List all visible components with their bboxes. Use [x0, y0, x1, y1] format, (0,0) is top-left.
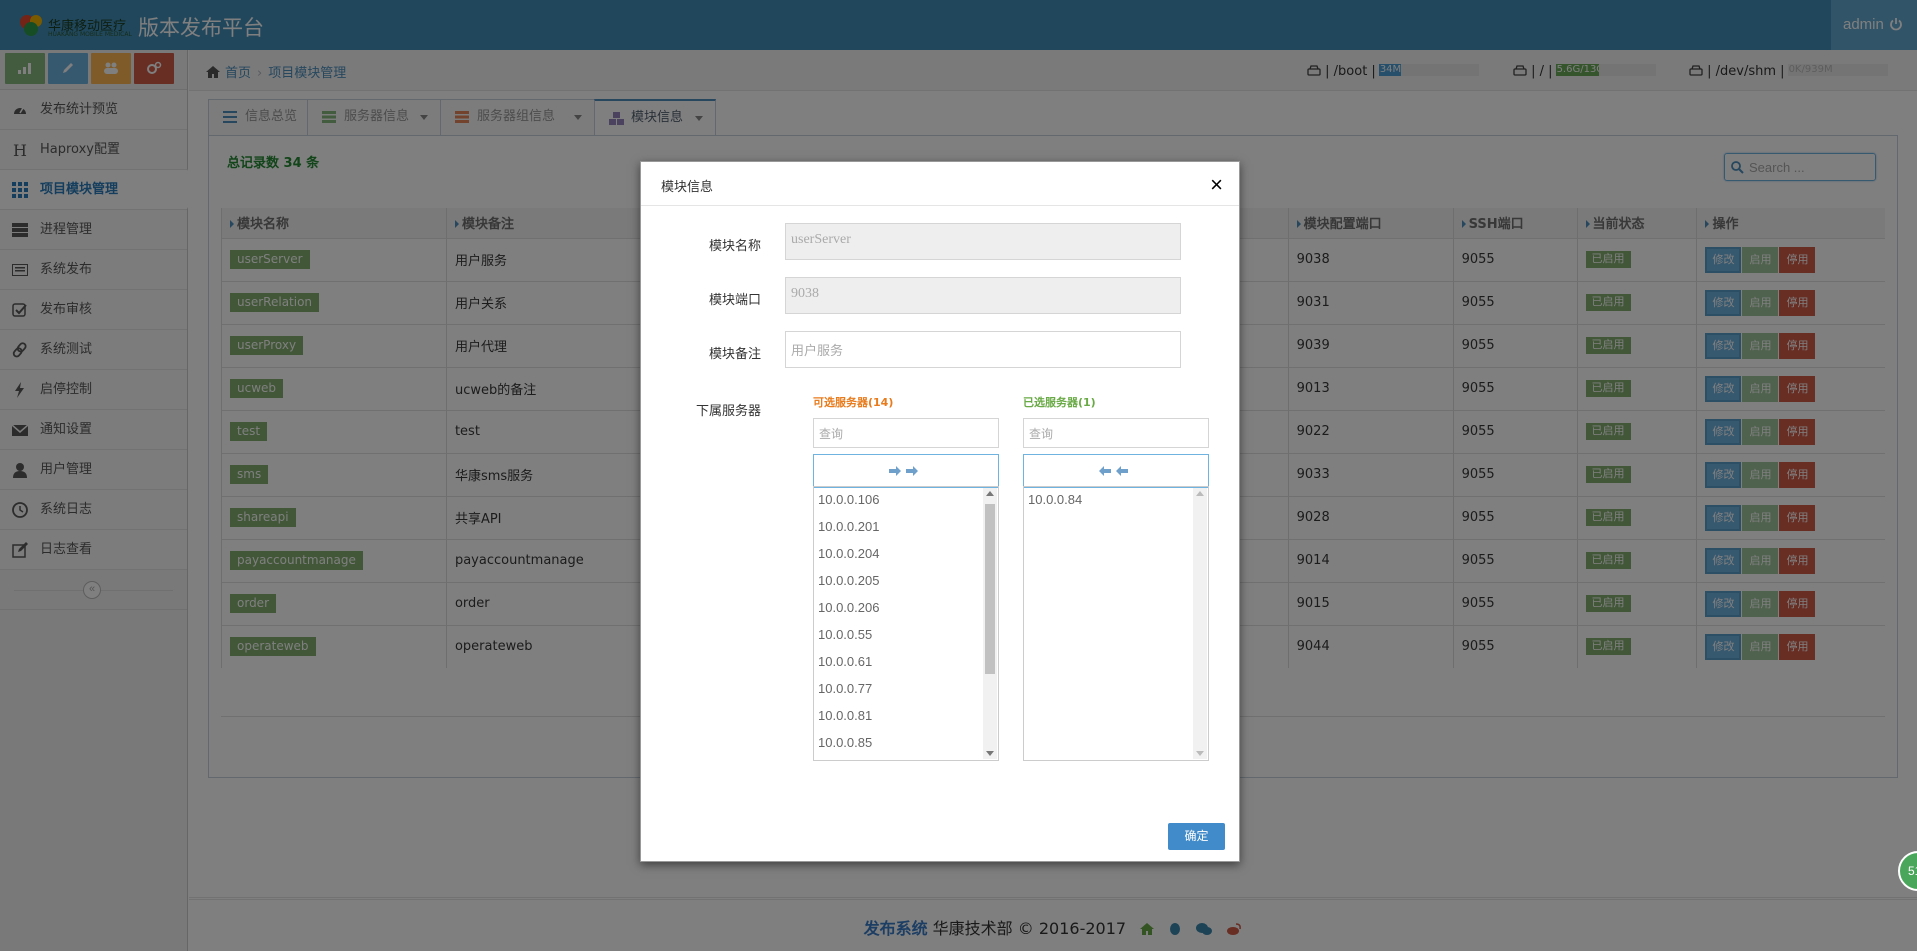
- list-item[interactable]: 10.0.0.204: [814, 543, 998, 570]
- list-item[interactable]: 10.0.0.201: [814, 516, 998, 543]
- selected-search-input[interactable]: 查询: [1023, 418, 1209, 448]
- module-info-modal: 模块信息 × 模块名称 userServer 模块端口 9038 模块备注 用户…: [640, 161, 1240, 862]
- list-item[interactable]: 10.0.0.106: [814, 489, 998, 516]
- scrollbar[interactable]: [1193, 488, 1207, 759]
- close-icon[interactable]: ×: [1210, 174, 1223, 196]
- module-name-input[interactable]: userServer: [785, 223, 1181, 260]
- list-item[interactable]: 10.0.0.77: [814, 678, 998, 705]
- list-item[interactable]: 10.0.0.61: [814, 651, 998, 678]
- list-item[interactable]: 10.0.0.85: [814, 732, 998, 759]
- module-remark-label: 模块备注: [708, 347, 761, 362]
- servers-label: 下属服务器: [695, 404, 761, 419]
- available-servers-list[interactable]: 10.0.0.106 10.0.0.201 10.0.0.204 10.0.0.205…: [813, 486, 999, 761]
- available-servers-title: 可选服务器(14): [813, 396, 894, 409]
- move-all-right-button[interactable]: [813, 454, 999, 488]
- list-item[interactable]: 10.0.0.205: [814, 570, 998, 597]
- list-item[interactable]: 10.0.0.81: [814, 705, 998, 732]
- module-port-label: 模块端口: [708, 293, 761, 308]
- list-item[interactable]: 10.0.0.206: [814, 597, 998, 624]
- modal-title: 模块信息: [641, 162, 1239, 206]
- selected-servers-title: 已选服务器(1): [1023, 396, 1096, 409]
- list-item[interactable]: 10.0.0.55: [814, 624, 998, 651]
- selected-servers-list[interactable]: 10.0.0.84: [1023, 486, 1209, 761]
- list-item[interactable]: 10.0.0.84: [1024, 489, 1208, 516]
- available-search-input[interactable]: 查询: [813, 418, 999, 448]
- confirm-button[interactable]: 确定: [1168, 823, 1225, 850]
- scrollbar[interactable]: [983, 488, 997, 759]
- module-name-label: 模块名称: [708, 239, 761, 254]
- arrow-right-icon: [889, 466, 918, 476]
- move-all-left-button[interactable]: [1023, 454, 1209, 488]
- module-remark-input[interactable]: 用户服务: [785, 331, 1181, 368]
- module-port-input[interactable]: 9038: [785, 277, 1181, 314]
- arrow-left-icon: [1099, 466, 1128, 476]
